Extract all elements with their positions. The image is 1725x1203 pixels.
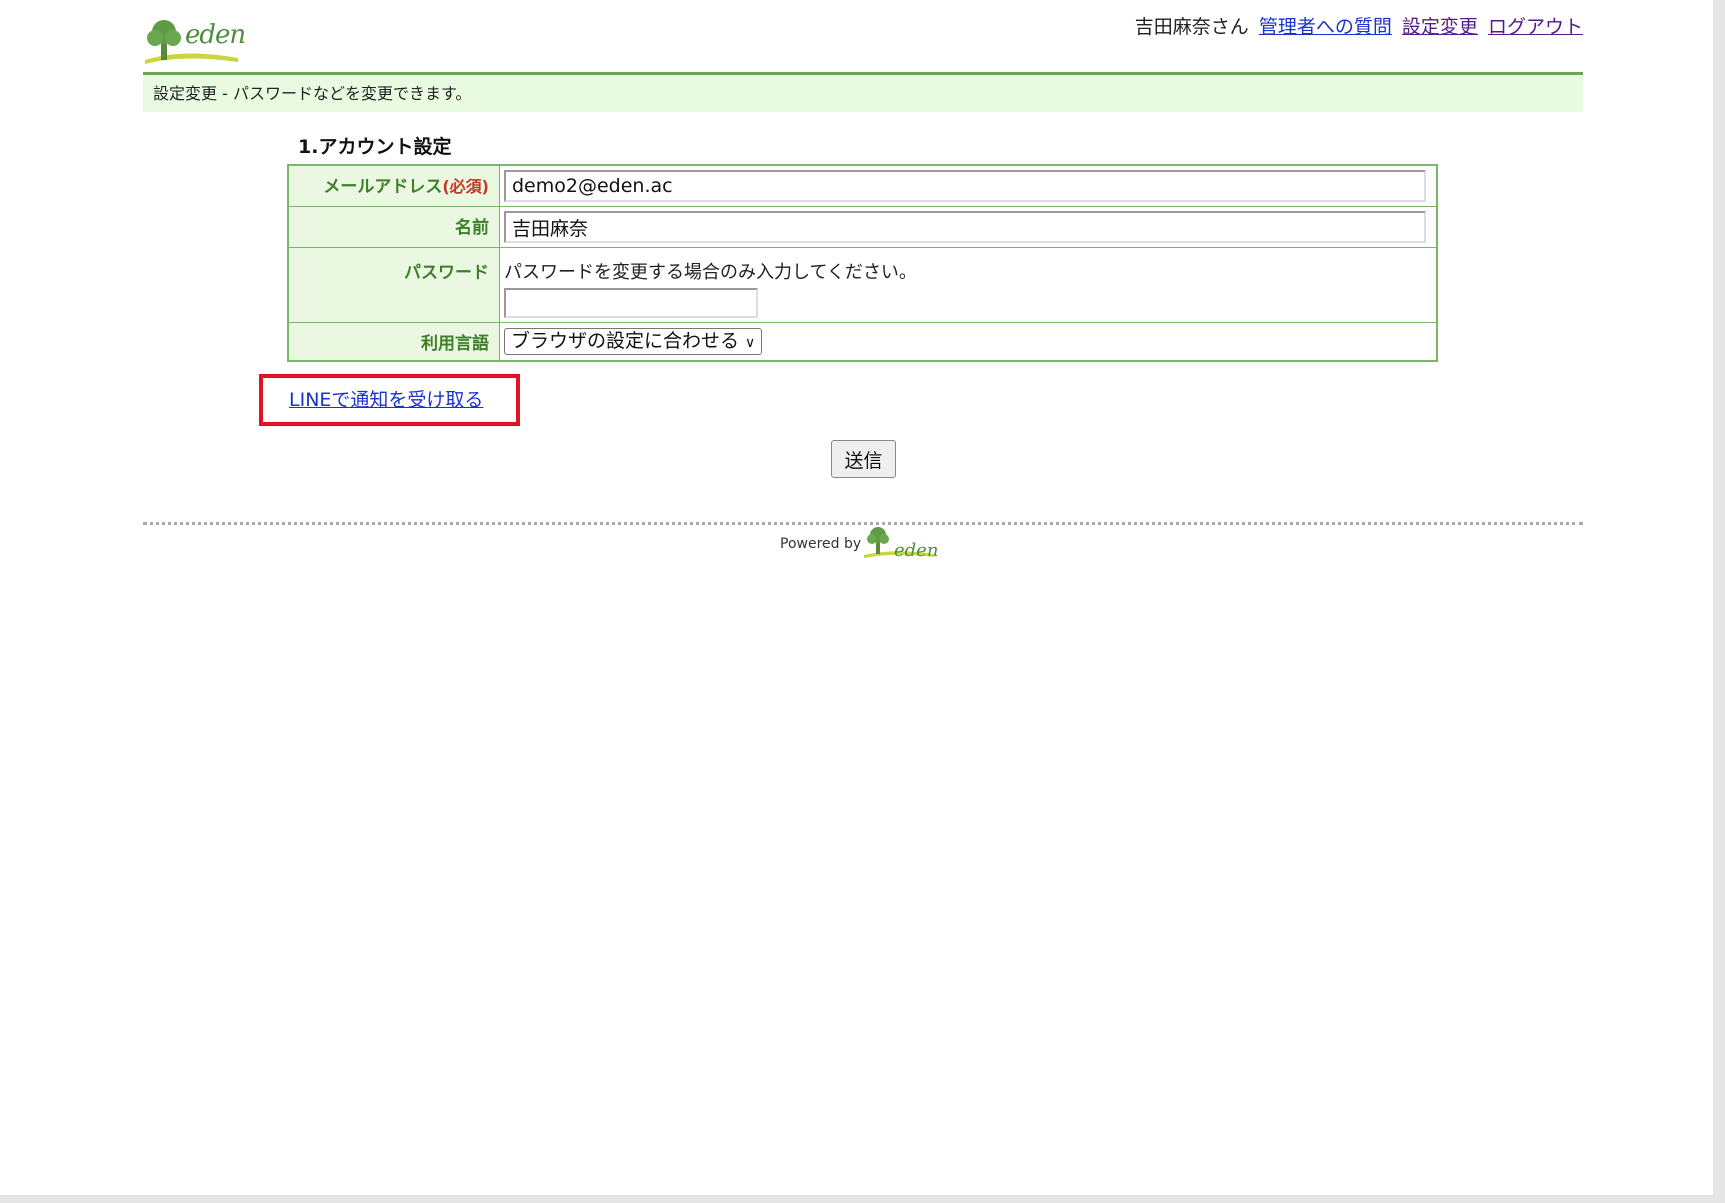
- password-row: パスワード パスワードを変更する場合のみ入力してください。: [287, 247, 1438, 323]
- language-selected: ブラウザの設定に合わせる: [511, 330, 740, 352]
- password-hint: パスワードを変更する場合のみ入力してください。: [504, 262, 917, 283]
- question-link[interactable]: 管理者への質問: [1259, 16, 1392, 38]
- page: eden 吉田麻奈さん 管理者への質問 設定変更 ログアウト 設定変更 - パス…: [143, 0, 1583, 362]
- name-label: 名前: [287, 206, 500, 248]
- account-settings-table: メールアドレス(必須) 名前 パスワード パスワードを変更する場合のみ入力してく…: [287, 164, 1438, 362]
- footer: Powered by eden: [780, 526, 960, 560]
- language-value-cell: ブラウザの設定に合わせる ∨: [499, 322, 1438, 362]
- powered-by-text: Powered by: [780, 536, 862, 552]
- logo-text: eden: [185, 20, 246, 50]
- header: eden 吉田麻奈さん 管理者への質問 設定変更 ログアウト: [143, 0, 1583, 72]
- required-badge: (必須): [442, 177, 489, 196]
- email-label-cell: メールアドレス(必須): [287, 164, 500, 207]
- page-description: 設定変更 - パスワードなどを変更できます。: [143, 72, 1583, 112]
- password-field[interactable]: [504, 288, 758, 318]
- email-label: メールアドレス: [323, 177, 443, 197]
- footer-eden-logo: eden: [864, 527, 938, 560]
- footer-divider: [143, 522, 1583, 525]
- window-edge-bottom: [0, 1195, 1725, 1203]
- chevron-down-icon: ∨: [745, 335, 756, 351]
- footer-logo-text: eden: [894, 540, 938, 560]
- name-value-cell: [499, 206, 1438, 248]
- logout-link[interactable]: ログアウト: [1488, 16, 1583, 38]
- user-nav: 吉田麻奈さん 管理者への質問 設定変更 ログアウト: [1135, 12, 1583, 39]
- line-notification-link[interactable]: LINEで通知を受け取る: [289, 385, 483, 412]
- name-row: 名前: [287, 206, 1438, 248]
- email-row: メールアドレス(必須): [287, 164, 1438, 207]
- language-label: 利用言語: [287, 322, 500, 362]
- settings-link[interactable]: 設定変更: [1402, 16, 1478, 38]
- email-value-cell: [499, 164, 1438, 207]
- password-label: パスワード: [287, 247, 500, 323]
- email-field[interactable]: [504, 170, 1426, 202]
- language-row: 利用言語 ブラウザの設定に合わせる ∨: [287, 322, 1438, 362]
- language-select[interactable]: ブラウザの設定に合わせる ∨: [504, 328, 763, 355]
- password-value-cell: パスワードを変更する場合のみ入力してください。: [499, 247, 1438, 323]
- name-field[interactable]: [504, 211, 1426, 243]
- section-title: 1.アカウント設定: [298, 136, 452, 158]
- submit-button[interactable]: 送信: [831, 440, 896, 478]
- window-edge: [1713, 0, 1725, 1203]
- user-name: 吉田麻奈さん: [1134, 16, 1249, 38]
